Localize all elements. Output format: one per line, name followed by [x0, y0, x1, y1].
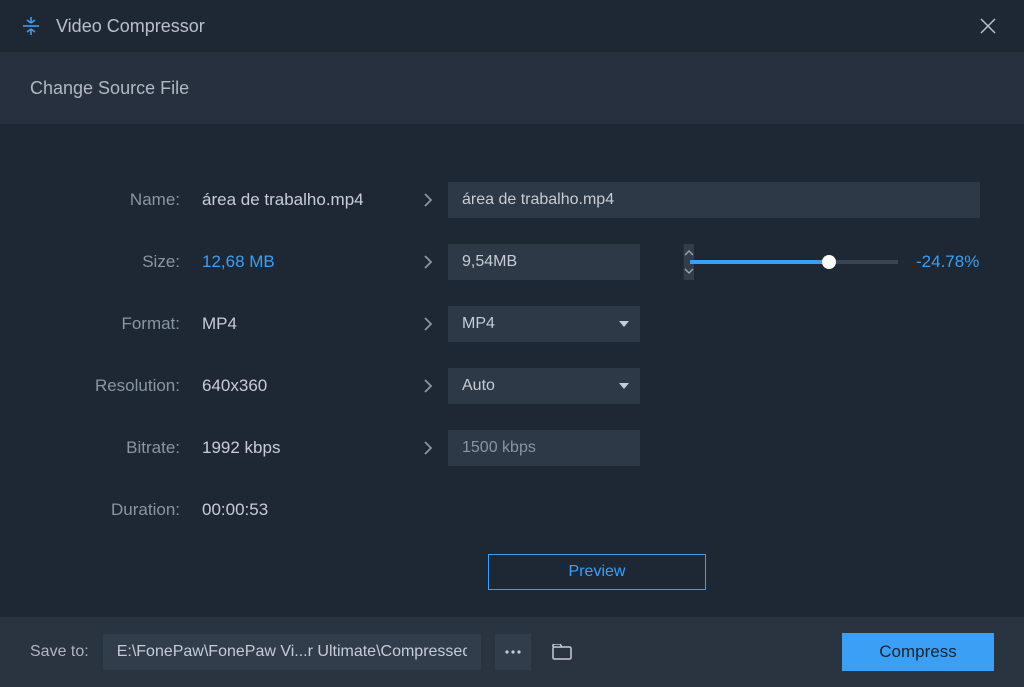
preview-button[interactable]: Preview — [488, 554, 706, 590]
arrow-icon — [408, 192, 448, 208]
compress-button[interactable]: Compress — [842, 633, 994, 671]
compress-button-label: Compress — [879, 642, 956, 662]
main-panel: Name: área de trabalho.mp4 Size: 12,68 M… — [0, 124, 1024, 630]
close-button[interactable] — [972, 10, 1004, 42]
label-format: Format: — [30, 314, 198, 334]
subheader: Change Source File — [0, 52, 1024, 124]
arrow-icon — [408, 254, 448, 270]
source-format-value: MP4 — [198, 314, 408, 334]
save-path-input[interactable] — [103, 634, 481, 670]
change-source-file-link[interactable]: Change Source File — [30, 78, 189, 99]
target-size-spinner[interactable] — [448, 244, 640, 280]
arrow-icon — [408, 316, 448, 332]
ellipsis-icon — [505, 650, 521, 654]
slider-fill — [690, 260, 829, 264]
path-more-button[interactable] — [495, 634, 531, 670]
close-icon — [979, 17, 997, 35]
target-bitrate-input[interactable] — [448, 430, 640, 466]
window-title: Video Compressor — [56, 16, 972, 37]
source-name-value: área de trabalho.mp4 — [198, 190, 408, 210]
row-bitrate: Bitrate: 1992 kbps — [30, 430, 994, 466]
row-format: Format: MP4 MP4 — [30, 306, 994, 342]
row-name: Name: área de trabalho.mp4 — [30, 182, 994, 218]
label-name: Name: — [30, 190, 198, 210]
slider-thumb[interactable] — [822, 255, 836, 269]
preview-button-label: Preview — [569, 563, 626, 581]
label-bitrate: Bitrate: — [30, 438, 198, 458]
arrow-icon — [408, 378, 448, 394]
titlebar: Video Compressor — [0, 0, 1024, 52]
label-size: Size: — [30, 252, 198, 272]
size-percent-value: -24.78% — [916, 252, 986, 272]
arrow-icon — [408, 440, 448, 456]
footer: Save to: Compress — [0, 617, 1024, 687]
label-duration: Duration: — [30, 500, 198, 520]
target-size-input[interactable] — [448, 244, 683, 280]
size-slider[interactable] — [690, 260, 898, 264]
target-name-input[interactable] — [448, 182, 980, 218]
save-to-label: Save to: — [30, 643, 89, 661]
open-folder-button[interactable] — [545, 634, 581, 670]
label-resolution: Resolution: — [30, 376, 198, 396]
chevron-down-icon — [618, 320, 630, 328]
row-duration: Duration: 00:00:53 — [30, 492, 994, 528]
row-size: Size: 12,68 MB — [30, 244, 994, 280]
row-resolution: Resolution: 640x360 Auto — [30, 368, 994, 404]
source-bitrate-value: 1992 kbps — [198, 438, 408, 458]
format-select[interactable]: MP4 — [448, 306, 640, 342]
compress-icon — [20, 15, 42, 37]
source-resolution-value: 640x360 — [198, 376, 408, 396]
format-select-value: MP4 — [462, 315, 495, 333]
resolution-select-value: Auto — [462, 377, 495, 395]
folder-icon — [552, 644, 574, 660]
resolution-select[interactable]: Auto — [448, 368, 640, 404]
source-size-value: 12,68 MB — [198, 252, 408, 272]
chevron-down-icon — [618, 382, 630, 390]
source-duration-value: 00:00:53 — [198, 500, 408, 520]
